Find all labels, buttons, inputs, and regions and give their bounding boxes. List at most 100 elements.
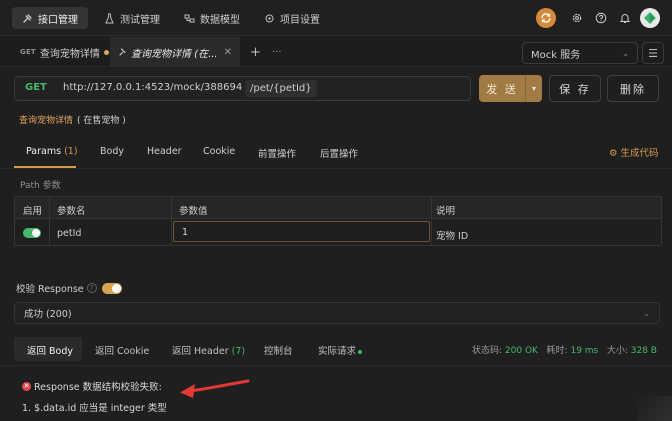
avatar[interactable] (640, 8, 660, 28)
divider (171, 197, 172, 245)
annotation-arrow-icon (180, 379, 250, 398)
help-icon (595, 12, 607, 24)
divider (0, 365, 672, 366)
http-method[interactable]: GET (25, 82, 47, 93)
delete-button[interactable]: 删除 (607, 75, 659, 102)
api-icon (119, 48, 126, 56)
diamond-icon (644, 12, 656, 24)
validate-toggle[interactable] (101, 282, 122, 294)
corner-shade (638, 396, 672, 421)
gear-button[interactable] (570, 8, 584, 28)
validate-label: 校验 Response (16, 284, 84, 295)
tab-label: 查询宠物详情 (在... (131, 48, 218, 60)
settings-icon (264, 13, 275, 24)
tab-pre-operations[interactable]: 前置操作 (258, 146, 296, 160)
tab-post-operations[interactable]: 后置操作 (320, 146, 358, 160)
model-icon (184, 13, 195, 24)
tab-body[interactable]: Body (100, 146, 124, 157)
generate-code-button[interactable]: ⚙ 生成代码 (609, 145, 659, 159)
environment-value: Mock 服务 (531, 49, 581, 61)
validation-error-item: 1. $.data.id 应当是 integer 类型 (22, 403, 167, 414)
response-select[interactable]: 成功 (200) ⌄ (14, 302, 660, 324)
send-label: 发 送 (486, 82, 518, 96)
help-button[interactable] (594, 8, 608, 28)
divider (0, 168, 672, 169)
tab-actual-request[interactable]: 实际请求 (318, 343, 363, 357)
tab-label: 查询宠物详情 (39, 48, 100, 60)
tab-count: (7) (231, 346, 246, 357)
chevron-down-icon: ⌄ (622, 48, 629, 58)
divider (431, 197, 432, 245)
divider (49, 197, 50, 245)
environment-select[interactable]: Mock 服务 ⌄ (522, 42, 638, 64)
api-status: ( 在售宠物 ) (77, 116, 126, 126)
close-icon[interactable]: ✕ (224, 47, 232, 58)
validation-error-title: ✕ Response 数据结构校验失败: (22, 379, 162, 393)
path-params-label: Path 参数 (20, 181, 61, 191)
nav-data-model[interactable]: 数据模型 (174, 7, 250, 29)
column-header: 启用 (23, 206, 43, 217)
tab-cookie[interactable]: Cookie (203, 146, 235, 157)
tab-params[interactable]: Params (1) (26, 146, 78, 157)
error-icon: ✕ (22, 381, 31, 391)
send-button[interactable]: 发 送 ▾ (479, 75, 542, 102)
error-title-text: Response 数据结构校验失败: (34, 382, 162, 393)
status-value: 200 OK (504, 346, 538, 356)
nav-label: 项目设置 (280, 14, 320, 26)
nav-label: 数据模型 (200, 14, 240, 26)
tab-count: (1) (64, 146, 78, 157)
api-name: 查询宠物详情 (19, 116, 74, 126)
param-value: 1 (182, 227, 189, 238)
nav-api-management[interactable]: 接口管理 (12, 7, 88, 29)
nav-label: 接口管理 (38, 14, 78, 26)
chevron-down-icon[interactable]: ▾ (525, 75, 542, 102)
response-value: 成功 (200) (24, 309, 72, 320)
response-stats: 状态码: 200 OK 耗时: 19 ms 大小: 328 B (472, 343, 657, 356)
tab-bar: GET 查询宠物详情 查询宠物详情 (在... ✕ + ··· Mock 服务 … (0, 37, 672, 67)
tab-label: Params (26, 146, 62, 157)
enable-toggle[interactable] (23, 228, 41, 238)
url-bar[interactable]: GET http://127.0.0.1:4523/mock/388694 /p… (14, 76, 471, 101)
tab-label: 返回 Header (172, 346, 229, 357)
api-icon (22, 13, 33, 24)
tab-query-pet-onsale[interactable]: 查询宠物详情 (在... ✕ (110, 37, 240, 67)
bell-icon (619, 14, 631, 23)
base-url: http://127.0.0.1:4523/mock/388694 (63, 82, 243, 93)
params-table: 启用 参数名 参数值 说明 petId 1 宠物 ID (14, 196, 662, 246)
table-header: 启用 参数名 参数值 说明 (15, 197, 661, 219)
column-header: 参数名 (57, 206, 86, 217)
time-label: 耗时: (546, 346, 568, 356)
status-dot-icon (358, 349, 363, 354)
column-header: 参数值 (179, 206, 208, 217)
tab-method: GET (20, 48, 36, 56)
unsaved-dot-icon (103, 49, 109, 55)
chevron-down-icon: ⌄ (643, 308, 650, 318)
menu-button[interactable]: ☰ (642, 42, 664, 64)
menu-icon: ☰ (648, 46, 658, 60)
size-label: 大小: (606, 346, 628, 356)
gear-icon (572, 13, 582, 23)
flask-icon (104, 13, 115, 24)
param-description[interactable]: 宠物 ID (436, 228, 468, 242)
nav-test-management[interactable]: 测试管理 (94, 7, 170, 29)
param-name[interactable]: petId (57, 228, 81, 239)
sync-icon (541, 13, 551, 23)
sync-button[interactable] (536, 8, 556, 28)
time-value: 19 ms (570, 346, 599, 356)
tab-response-body[interactable]: 返回 Body (27, 343, 73, 357)
tab-console[interactable]: 控制台 (264, 343, 293, 357)
api-title: 查询宠物详情( 在售宠物 ) (19, 113, 126, 126)
tab-label: 实际请求 (318, 346, 357, 357)
tab-query-pet[interactable]: GET 查询宠物详情 (12, 37, 117, 67)
column-header: 说明 (436, 206, 456, 217)
tab-header[interactable]: Header (147, 146, 182, 157)
nav-project-settings[interactable]: 项目设置 (254, 7, 330, 29)
param-value-input[interactable]: 1 (173, 221, 430, 242)
tab-response-cookie[interactable]: 返回 Cookie (95, 343, 149, 357)
tab-response-header[interactable]: 返回 Header (7) (172, 343, 245, 357)
url-path[interactable]: /pet/{petId} (245, 80, 317, 97)
notification-button[interactable] (618, 8, 632, 28)
size-value: 328 B (630, 346, 657, 356)
more-tabs-button[interactable]: ··· (264, 37, 290, 67)
save-button[interactable]: 保 存 (549, 75, 601, 102)
